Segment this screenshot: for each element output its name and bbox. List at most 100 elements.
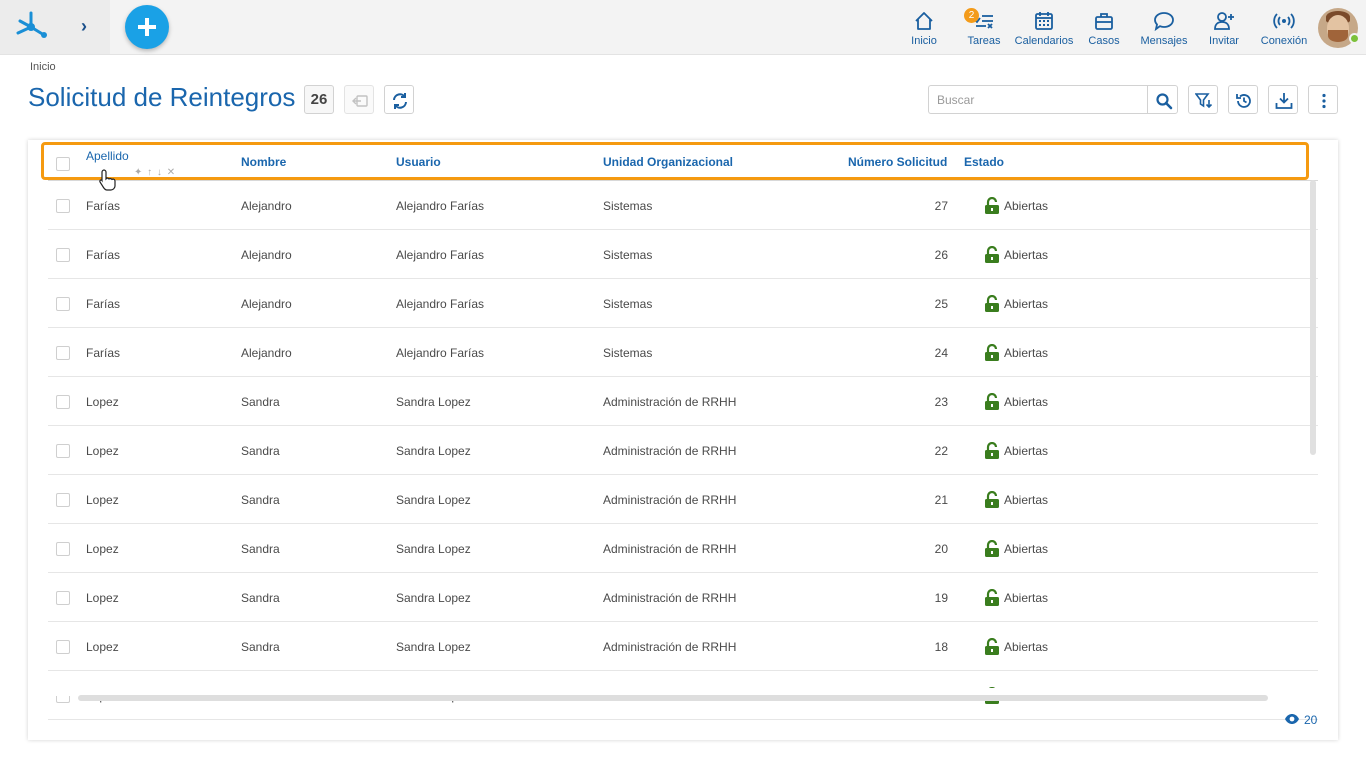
nav-inicio[interactable]: Inicio xyxy=(904,8,944,48)
status-label: Abiertas xyxy=(1004,542,1049,556)
nav-inicio-label: Inicio xyxy=(911,35,937,47)
unlocked-icon xyxy=(985,344,999,361)
table-row[interactable]: Lopez Sandra Sandra Lopez Administración de… xyxy=(48,573,1318,622)
table-row[interactable]: Lopez Sandra Sandra Lopez Administración de… xyxy=(48,524,1318,573)
row-checkbox[interactable] xyxy=(56,493,70,507)
more-options-button[interactable] xyxy=(1308,85,1338,114)
cell-nombre: Sandra xyxy=(241,542,280,556)
search-button[interactable] xyxy=(1147,85,1178,114)
unlocked-icon xyxy=(985,295,999,312)
column-header-numero[interactable]: Número Solicitud xyxy=(848,155,947,169)
table-row[interactable]: Lopez Sandra Sandra Lopez Administración de… xyxy=(48,377,1318,426)
chat-icon xyxy=(1154,12,1174,32)
table-row[interactable]: Lopez Sandra Sandra Lopez Administración de… xyxy=(48,622,1318,671)
nav-invitar-label: Invitar xyxy=(1209,35,1239,47)
cell-numero: 19 xyxy=(934,591,948,605)
vertical-scrollbar[interactable] xyxy=(1310,180,1316,455)
nav-invitar[interactable]: Invitar xyxy=(1204,8,1244,48)
status-label: Abiertas xyxy=(1004,591,1049,605)
status-label: Abiertas xyxy=(1004,248,1049,262)
cell-numero: 26 xyxy=(934,248,948,262)
breadcrumb[interactable]: Inicio xyxy=(30,61,56,73)
row-checkbox[interactable] xyxy=(56,297,70,311)
cell-apellido: Lopez xyxy=(86,640,119,654)
history-button[interactable] xyxy=(1228,85,1258,114)
unlocked-icon xyxy=(985,246,999,263)
row-checkbox[interactable] xyxy=(56,395,70,409)
page-title: Solicitud de Reintegros xyxy=(28,82,296,112)
cell-numero: 21 xyxy=(934,493,948,507)
logo-area: › xyxy=(0,0,110,54)
status-label: Abiertas xyxy=(1004,346,1049,360)
row-checkbox[interactable] xyxy=(56,591,70,605)
cell-apellido: Lopez xyxy=(86,444,119,458)
briefcase-icon xyxy=(1095,13,1113,30)
row-checkbox[interactable] xyxy=(56,640,70,654)
nav-conexion[interactable]: Conexión xyxy=(1258,8,1310,48)
back-button[interactable] xyxy=(344,85,374,114)
column-header-nombre[interactable]: Nombre xyxy=(241,155,286,169)
unlocked-icon xyxy=(985,638,999,655)
new-item-button[interactable] xyxy=(125,5,169,49)
table-row[interactable]: Farías Alejandro Alejandro Farías Sistemas 2… xyxy=(48,328,1318,377)
unlocked-icon xyxy=(985,442,999,459)
row-checkbox[interactable] xyxy=(56,199,70,213)
cell-nombre: Sandra xyxy=(241,493,280,507)
row-checkbox[interactable] xyxy=(56,346,70,360)
column-header-usuario[interactable]: Usuario xyxy=(396,155,441,169)
visible-rows-count: 20 xyxy=(1304,713,1318,727)
row-checkbox[interactable] xyxy=(56,444,70,458)
row-checkbox[interactable] xyxy=(56,248,70,262)
cell-apellido: Farías xyxy=(86,297,121,311)
download-button[interactable] xyxy=(1268,85,1298,114)
row-checkbox[interactable] xyxy=(56,542,70,556)
cell-usuario: Alejandro Farías xyxy=(396,199,485,213)
column-header-unidad[interactable]: Unidad Organizacional xyxy=(603,155,733,169)
nav-conexion-label: Conexión xyxy=(1260,35,1308,47)
cell-apellido: Farías xyxy=(86,346,121,360)
refresh-icon xyxy=(393,93,407,109)
column-header-estado[interactable]: Estado xyxy=(964,155,1004,169)
cell-apellido: Farías xyxy=(86,199,121,213)
cell-numero: 22 xyxy=(934,444,948,458)
cell-apellido: Lopez xyxy=(86,591,119,605)
horizontal-scrollbar[interactable] xyxy=(78,695,1268,701)
search-icon xyxy=(1156,93,1173,110)
nav-tareas-label: Tareas xyxy=(967,35,1001,47)
table-row[interactable]: Farías Alejandro Alejandro Farías Sistemas 2… xyxy=(48,279,1318,328)
nav-calendarios-label: Calendarios xyxy=(1014,35,1074,47)
search-input[interactable] xyxy=(928,85,1148,114)
column-tools[interactable]: ✦ ↑ ↓ ✕ xyxy=(134,168,184,178)
cell-unidad: Administración de RRHH xyxy=(603,591,737,605)
refresh-button[interactable] xyxy=(384,85,414,114)
nav-calendarios[interactable]: Calendarios xyxy=(1014,8,1074,48)
plus-icon xyxy=(138,18,156,36)
app-logo-icon[interactable] xyxy=(14,9,48,43)
status-label: Abiertas xyxy=(1004,199,1049,213)
filter-icon xyxy=(1195,93,1213,109)
expand-menu-chevron-icon[interactable]: › xyxy=(76,16,92,36)
nav-casos[interactable]: Casos xyxy=(1086,8,1122,48)
table-row[interactable]: Farías Alejandro Alejandro Farías Sistemas 2… xyxy=(48,230,1318,279)
filter-button[interactable] xyxy=(1188,85,1218,114)
cell-nombre: Sandra xyxy=(241,444,280,458)
column-header-apellido[interactable]: Apellido xyxy=(86,149,129,163)
table-row[interactable]: Lopez Sandra Sandra Lopez Administración de… xyxy=(48,475,1318,524)
history-icon xyxy=(1236,94,1251,108)
grid-panel: Apellido ✦ ↑ ↓ ✕ Nombre Usuario Unidad O… xyxy=(28,140,1338,740)
cell-usuario: Sandra Lopez xyxy=(396,395,471,409)
table-row[interactable]: Lopez Sandra Sandra Lopez Administración de… xyxy=(48,426,1318,475)
cell-nombre: Alejandro xyxy=(241,346,292,360)
status-label: Abiertas xyxy=(1004,493,1049,507)
cell-nombre: Sandra xyxy=(241,591,280,605)
nav-mensajes[interactable]: Mensajes xyxy=(1138,8,1190,48)
cell-usuario: Sandra Lopez xyxy=(396,444,471,458)
cell-usuario: Sandra Lopez xyxy=(396,493,471,507)
return-icon xyxy=(352,95,368,107)
online-status-dot xyxy=(1349,33,1360,44)
table-row[interactable]: Farías Alejandro Alejandro Farías Sistemas 2… xyxy=(48,181,1318,230)
cell-usuario: Sandra Lopez xyxy=(396,591,471,605)
select-all-checkbox[interactable] xyxy=(56,157,70,171)
cell-unidad: Administración de RRHH xyxy=(603,640,737,654)
cell-nombre: Alejandro xyxy=(241,199,292,213)
